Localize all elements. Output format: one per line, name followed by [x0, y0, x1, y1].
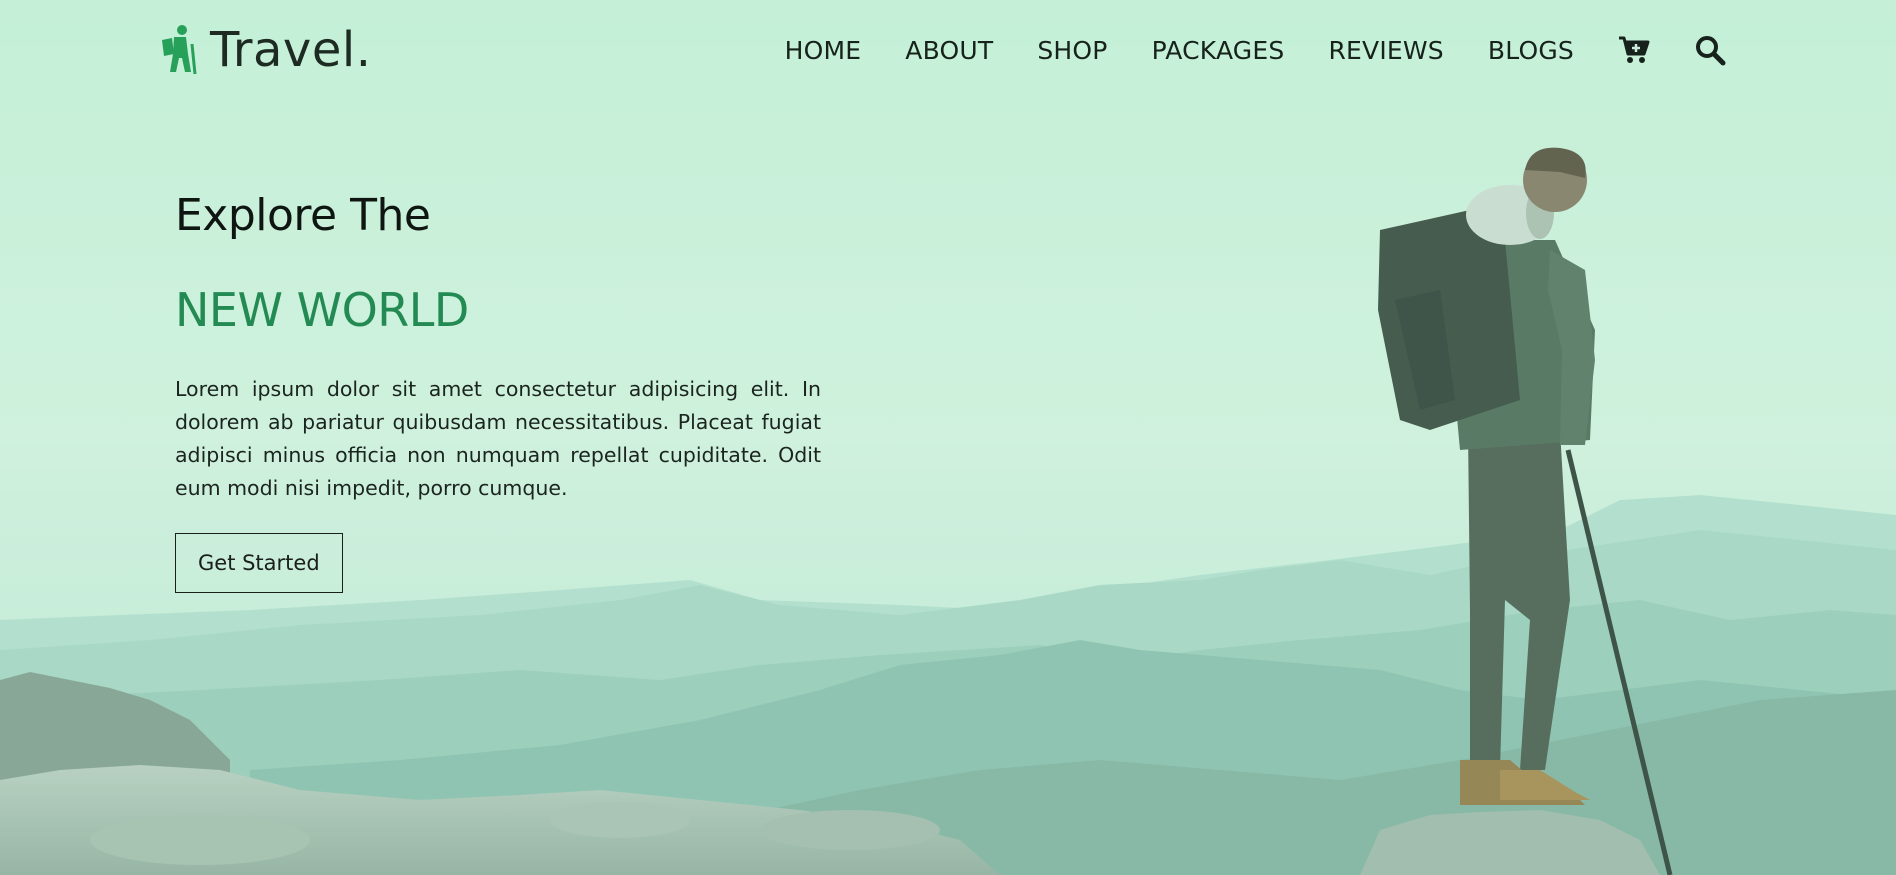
hero-content: Explore The NEW WORLD Lorem ipsum dolor … — [175, 190, 821, 593]
brand-name: Travel. — [210, 22, 372, 78]
nav-item-blogs[interactable]: BLOGS — [1488, 36, 1574, 65]
nav-item-packages[interactable]: PACKAGES — [1152, 36, 1285, 65]
main-nav: HOME ABOUT SHOP PACKAGES REVIEWS BLOGS — [785, 34, 1726, 66]
cart-icon[interactable] — [1618, 35, 1650, 65]
site-header: Travel. HOME ABOUT SHOP PACKAGES REVIEWS… — [0, 0, 1896, 110]
hero-title-line2: NEW WORLD — [175, 283, 469, 337]
nav-item-home[interactable]: HOME — [785, 36, 862, 65]
nav-item-about[interactable]: ABOUT — [905, 36, 993, 65]
hero-title-line1: Explore The — [175, 190, 431, 241]
search-icon[interactable] — [1694, 34, 1726, 66]
brand-logo-link[interactable]: Travel. — [154, 22, 371, 78]
hiker-icon — [154, 24, 198, 76]
get-started-button[interactable]: Get Started — [175, 533, 343, 593]
nav-item-shop[interactable]: SHOP — [1037, 36, 1107, 65]
hero-description: Lorem ipsum dolor sit amet consectetur a… — [175, 377, 821, 500]
nav-item-reviews[interactable]: REVIEWS — [1328, 36, 1443, 65]
